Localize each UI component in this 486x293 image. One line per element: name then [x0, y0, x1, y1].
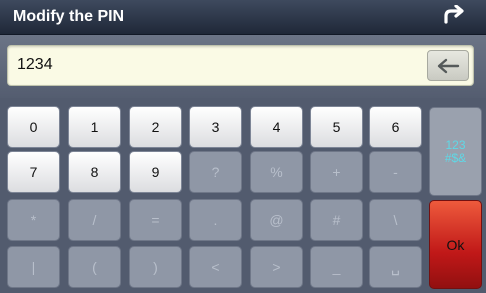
backspace-button[interactable] [427, 50, 469, 81]
title-bar: Modify the PIN [0, 0, 486, 35]
key-label: 7 [29, 164, 38, 180]
key-label: 0 [29, 119, 38, 135]
key-4[interactable]: 4 [250, 106, 303, 148]
key-label: 9 [151, 164, 160, 180]
key-9[interactable]: 9 [129, 151, 182, 193]
key-minus[interactable]: - [369, 151, 422, 193]
key-label: 4 [272, 119, 281, 135]
key-label: = [151, 212, 160, 228]
key-label: < [211, 259, 220, 275]
key-label: \ [393, 212, 398, 228]
key-label: ( [92, 259, 97, 275]
key-1[interactable]: 1 [68, 106, 121, 148]
key-label: _ [332, 259, 341, 275]
mode-key-line1: 123 [445, 137, 466, 152]
key-label: @ [269, 212, 284, 228]
key-equals[interactable]: = [129, 199, 182, 241]
key-6[interactable]: 6 [369, 106, 422, 148]
key-3[interactable]: 3 [189, 106, 242, 148]
key-label: * [30, 212, 37, 228]
key-label: 3 [211, 119, 220, 135]
keypad: 123 #$& Ok 0 1 2 3 4 5 6 7 8 9?% + - * / =. @ # \ |() < > _ ␣ [0, 98, 486, 293]
key-label: 5 [332, 119, 341, 135]
key-label: + [332, 164, 341, 180]
key-label: ␣ [391, 258, 400, 275]
key-close-paren[interactable]: ) [129, 246, 182, 288]
key-label: | [31, 259, 36, 275]
pin-input-value: 1234 [17, 56, 53, 73]
mode-key-line2: #$& [444, 150, 467, 165]
key-label: / [92, 212, 97, 228]
key-question[interactable]: ? [189, 151, 242, 193]
pin-modify-screen: Modify the PIN 1234 123 #$& Ok 012345678… [0, 0, 486, 293]
key-label: # [332, 212, 341, 228]
key-slash[interactable]: / [68, 199, 121, 241]
key-5[interactable]: 5 [310, 106, 363, 148]
key-less-than[interactable]: < [189, 246, 242, 288]
backspace-arrow-icon [437, 58, 460, 73]
key-pipe[interactable]: | [7, 246, 60, 288]
key-label: . [213, 212, 218, 228]
back-button[interactable] [432, 2, 476, 32]
key-label: ) [153, 259, 158, 275]
key-label: 1 [90, 119, 99, 135]
page-title: Modify the PIN [13, 8, 125, 25]
key-space[interactable]: ␣ [369, 246, 422, 288]
ok-button[interactable]: Ok [429, 200, 482, 289]
key-0[interactable]: 0 [7, 106, 60, 148]
key-8[interactable]: 8 [68, 151, 121, 193]
key-2[interactable]: 2 [129, 106, 182, 148]
key-label: 2 [151, 119, 160, 135]
key-label: - [393, 164, 398, 180]
ok-button-label: Ok [446, 236, 465, 253]
pin-input-field[interactable]: 1234 [7, 45, 474, 86]
key-open-paren[interactable]: ( [68, 246, 121, 288]
keyboard-mode-toggle-key[interactable]: 123 #$& [429, 107, 482, 196]
key-plus[interactable]: + [310, 151, 363, 193]
key-asterisk[interactable]: * [7, 199, 60, 241]
key-label: % [270, 164, 283, 180]
key-7[interactable]: 7 [7, 151, 60, 193]
key-underscore[interactable]: _ [310, 246, 363, 288]
key-label: ? [211, 164, 220, 180]
key-greater-than[interactable]: > [250, 246, 303, 288]
return-arrow-icon [444, 5, 464, 24]
key-hash[interactable]: # [310, 199, 363, 241]
key-label: 8 [90, 164, 99, 180]
key-at[interactable]: @ [250, 199, 303, 241]
key-label: 6 [391, 119, 400, 135]
key-period[interactable]: . [189, 199, 242, 241]
key-label: > [272, 259, 281, 275]
key-backslash[interactable]: \ [369, 199, 422, 241]
input-bar: 1234 [0, 35, 486, 98]
key-percent[interactable]: % [250, 151, 303, 193]
